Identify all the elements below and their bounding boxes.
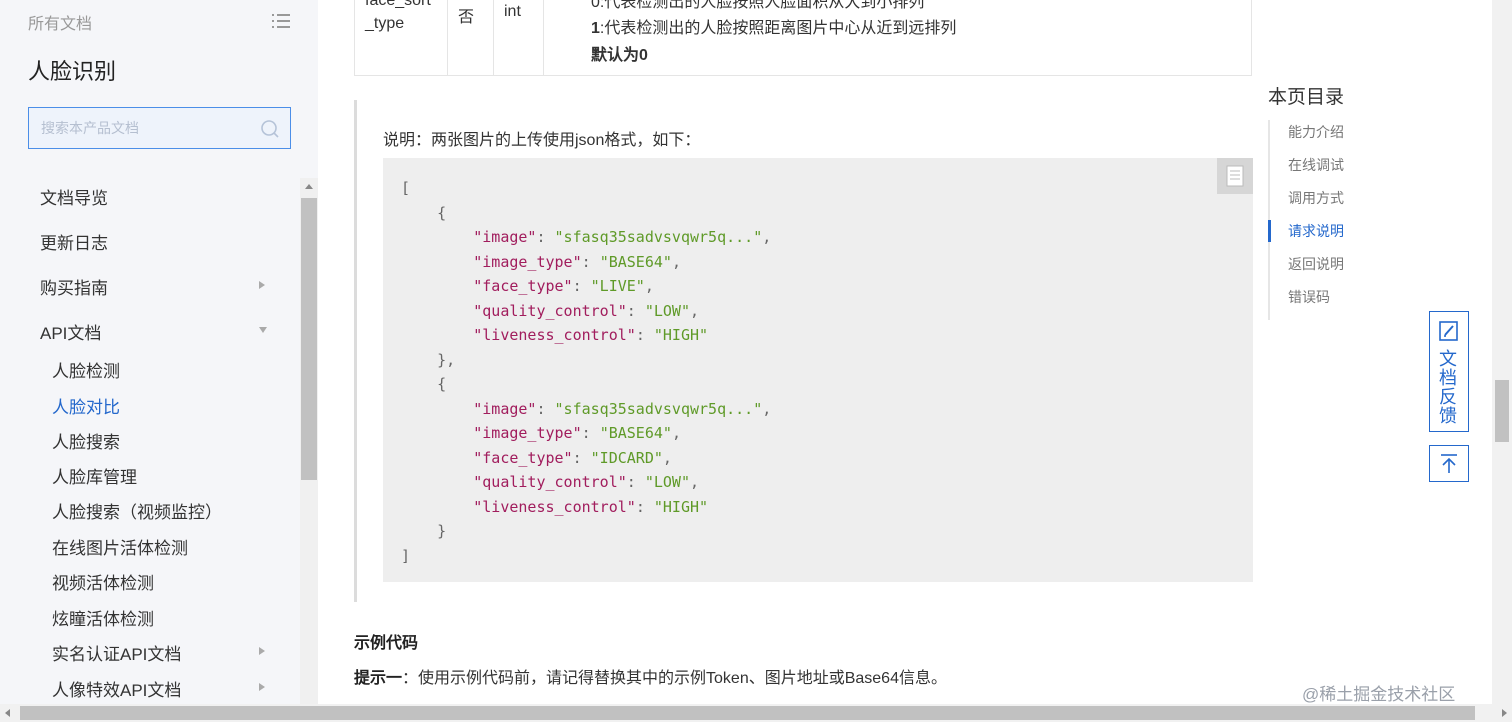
- toc-title: 本页目录: [1268, 87, 1345, 108]
- page-horizontal-scrollbar[interactable]: [0, 704, 1512, 722]
- toc-item-intro[interactable]: 能力介绍: [1288, 122, 1344, 142]
- back-to-top-button[interactable]: [1429, 445, 1469, 482]
- sidebar-item-changelog[interactable]: 更新日志: [40, 229, 108, 254]
- toc-item-response[interactable]: 返回说明: [1288, 254, 1344, 274]
- param-name-line1: face_sort: [365, 0, 431, 9]
- scroll-left-arrow-icon[interactable]: [5, 709, 10, 717]
- json-code: [ { "image": "sfasq35sadvsvqwr5q...", "i…: [401, 179, 772, 565]
- copy-button[interactable]: [1217, 158, 1253, 194]
- param-desc-line0: 0:代表检测出的人脸按照人脸面积从大到小排列: [591, 0, 925, 11]
- sidebar-subitem-face-search-video[interactable]: 人脸搜索（视频监控）: [52, 498, 222, 523]
- arrow-up-to-top-icon: [1441, 454, 1457, 473]
- sample-tip: 提示一：使用示例代码前，请记得替换其中的示例Token、图片地址或Base64信…: [354, 670, 947, 687]
- param-table-row: face_sort _type 否 int 0:代表检测出的人脸按照人脸面积从大…: [354, 0, 1252, 76]
- scroll-right-arrow-icon[interactable]: [1502, 709, 1507, 717]
- caret-right-icon[interactable]: [259, 281, 265, 289]
- doc-search: [28, 107, 291, 149]
- sidebar: 所有文档 人脸识别 文档导览 更新日志 购买指南 API文档 人脸检测 人脸对比…: [0, 0, 318, 704]
- doc-feedback-button[interactable]: 文档反馈: [1429, 311, 1469, 432]
- code-block: [ { "image": "sfasq35sadvsvqwr5q...", "i…: [383, 158, 1253, 582]
- list-icon[interactable]: [272, 12, 290, 30]
- sample-code-heading: 示例代码: [354, 635, 419, 652]
- search-input[interactable]: [29, 108, 290, 148]
- sidebar-subitem-realname-api[interactable]: 实名认证API文档: [52, 640, 181, 665]
- toc-item-request[interactable]: 请求说明: [1288, 221, 1344, 241]
- page-horizontal-scroll-thumb[interactable]: [20, 706, 1475, 720]
- page-vertical-scroll-thumb[interactable]: [1495, 380, 1509, 442]
- param-desc-default: 默认为0: [591, 47, 648, 64]
- toc-item-error-codes[interactable]: 错误码: [1288, 287, 1330, 307]
- toc-item-online-debug[interactable]: 在线调试: [1288, 155, 1344, 175]
- caret-right-icon[interactable]: [259, 647, 265, 655]
- product-title: 人脸识别: [28, 59, 117, 84]
- note-block: 说明：两张图片的上传使用json格式，如下： [ { "image": "sfa…: [354, 100, 1253, 602]
- sidebar-item-purchase-guide[interactable]: 购买指南: [40, 274, 108, 299]
- sidebar-subitem-face-search[interactable]: 人脸搜索: [52, 428, 120, 453]
- param-name-line2: _type: [365, 15, 405, 32]
- sidebar-subitem-portrait-effect-api[interactable]: 人像特效API文档: [52, 676, 181, 701]
- sidebar-item-doc-guide[interactable]: 文档导览: [40, 184, 108, 209]
- sidebar-item-api-docs[interactable]: API文档: [40, 319, 101, 344]
- toc-item-call-method[interactable]: 调用方式: [1288, 188, 1344, 208]
- all-docs-link[interactable]: 所有文档: [28, 10, 92, 34]
- copy-icon: [1226, 165, 1244, 187]
- sidebar-subitem-pupil-liveness[interactable]: 炫瞳活体检测: [52, 605, 154, 630]
- param-type: int: [504, 3, 521, 20]
- scroll-up-arrow-icon[interactable]: [305, 184, 313, 189]
- sidebar-subitem-face-detect[interactable]: 人脸检测: [52, 357, 120, 382]
- search-icon[interactable]: [260, 119, 280, 139]
- doc-feedback-label: 文档反馈: [1439, 349, 1457, 426]
- sidebar-subitem-video-liveness[interactable]: 视频活体检测: [52, 569, 154, 594]
- page-vertical-scrollbar[interactable]: [1492, 0, 1512, 704]
- toc-active-indicator: [1268, 220, 1271, 242]
- edit-icon: [1439, 321, 1458, 341]
- sidebar-subitem-face-compare[interactable]: 人脸对比: [52, 393, 120, 418]
- watermark: @稀土掘金技术社区: [1302, 685, 1456, 704]
- caret-down-icon[interactable]: [259, 327, 267, 333]
- sidebar-scrollbar[interactable]: [300, 178, 318, 704]
- caret-right-icon[interactable]: [259, 683, 265, 691]
- param-required: 否: [458, 9, 475, 26]
- note-text: 说明：两张图片的上传使用json格式，如下：: [383, 132, 701, 149]
- param-desc-line1: 1:代表检测出的人脸按照距离图片中心从近到远排列: [591, 20, 957, 37]
- sidebar-scroll-thumb[interactable]: [301, 198, 317, 480]
- sidebar-subitem-online-liveness[interactable]: 在线图片活体检测: [52, 534, 188, 559]
- sidebar-subitem-face-db[interactable]: 人脸库管理: [52, 463, 137, 488]
